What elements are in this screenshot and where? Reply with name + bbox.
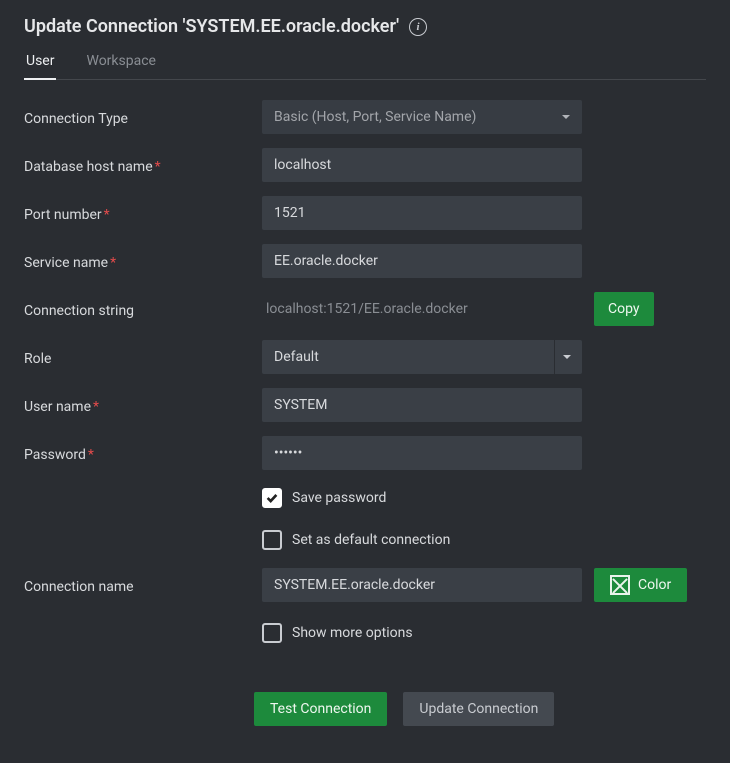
label-user: User name* [24, 395, 254, 415]
row-conn-name: Connection name Color [24, 568, 706, 602]
label-host: Database host name* [24, 155, 254, 175]
row-show-more: Show more options [24, 616, 706, 650]
chevron-down-icon [554, 100, 578, 134]
required-mark: * [93, 399, 99, 415]
row-port: Port number* [24, 196, 706, 230]
role-value: Default [274, 349, 319, 365]
update-connection-button[interactable]: Update Connection [403, 692, 554, 726]
show-more-label: Show more options [292, 625, 413, 641]
show-more-checkbox[interactable] [262, 623, 282, 643]
password-input[interactable] [262, 436, 582, 470]
row-role: Role Default [24, 340, 706, 374]
title-row: Update Connection 'SYSTEM.EE.oracle.dock… [24, 16, 706, 37]
label-conn-name: Connection name [24, 575, 254, 595]
user-input[interactable] [262, 388, 582, 422]
connection-type-value: Basic (Host, Port, Service Name) [274, 109, 476, 125]
label-service: Service name* [24, 251, 254, 271]
row-host: Database host name* [24, 148, 706, 182]
service-input[interactable] [262, 244, 582, 278]
color-swatch-icon [610, 575, 630, 595]
required-mark: * [104, 207, 110, 223]
label-role: Role [24, 347, 254, 367]
dialog-root: Update Connection 'SYSTEM.EE.oracle.dock… [0, 0, 730, 750]
conn-name-input[interactable] [262, 568, 582, 602]
row-service: Service name* [24, 244, 706, 278]
row-password: Password* [24, 436, 706, 470]
color-button-label: Color [638, 577, 671, 593]
row-save-pw: Save password Set as default connection [24, 484, 706, 554]
tab-user[interactable]: User [24, 47, 56, 79]
tabs: User Workspace [24, 47, 706, 80]
row-conn-string: Connection string localhost:1521/EE.orac… [24, 292, 706, 326]
required-mark: * [155, 159, 161, 175]
info-icon[interactable]: i [409, 18, 427, 36]
row-user: User name* [24, 388, 706, 422]
label-conn-string: Connection string [24, 299, 254, 319]
save-password-label: Save password [292, 490, 386, 506]
row-connection-type: Connection Type Basic (Host, Port, Servi… [24, 100, 706, 134]
save-password-checkbox[interactable] [262, 488, 282, 508]
label-port: Port number* [24, 203, 254, 223]
required-mark: * [88, 447, 94, 463]
show-more-row: Show more options [262, 619, 706, 647]
host-input[interactable] [262, 148, 582, 182]
color-button[interactable]: Color [594, 568, 687, 602]
tab-workspace[interactable]: Workspace [84, 47, 158, 79]
actions: Test Connection Update Connection [24, 692, 706, 726]
dialog-title: Update Connection 'SYSTEM.EE.oracle.dock… [24, 16, 399, 37]
connection-type-select[interactable]: Basic (Host, Port, Service Name) [262, 100, 582, 134]
required-mark: * [110, 255, 116, 271]
test-connection-button[interactable]: Test Connection [254, 692, 387, 726]
default-conn-checkbox[interactable] [262, 530, 282, 550]
conn-string-value: localhost:1521/EE.oracle.docker [262, 292, 582, 326]
label-password: Password* [24, 443, 254, 463]
role-select[interactable]: Default [262, 340, 582, 374]
form: Connection Type Basic (Host, Port, Servi… [24, 100, 706, 726]
copy-button[interactable]: Copy [594, 292, 654, 326]
label-connection-type: Connection Type [24, 107, 254, 127]
save-password-row: Save password [262, 484, 706, 512]
default-conn-label: Set as default connection [292, 532, 450, 548]
port-input[interactable] [262, 196, 582, 230]
chevron-down-icon [554, 340, 578, 374]
default-conn-row: Set as default connection [262, 526, 706, 554]
